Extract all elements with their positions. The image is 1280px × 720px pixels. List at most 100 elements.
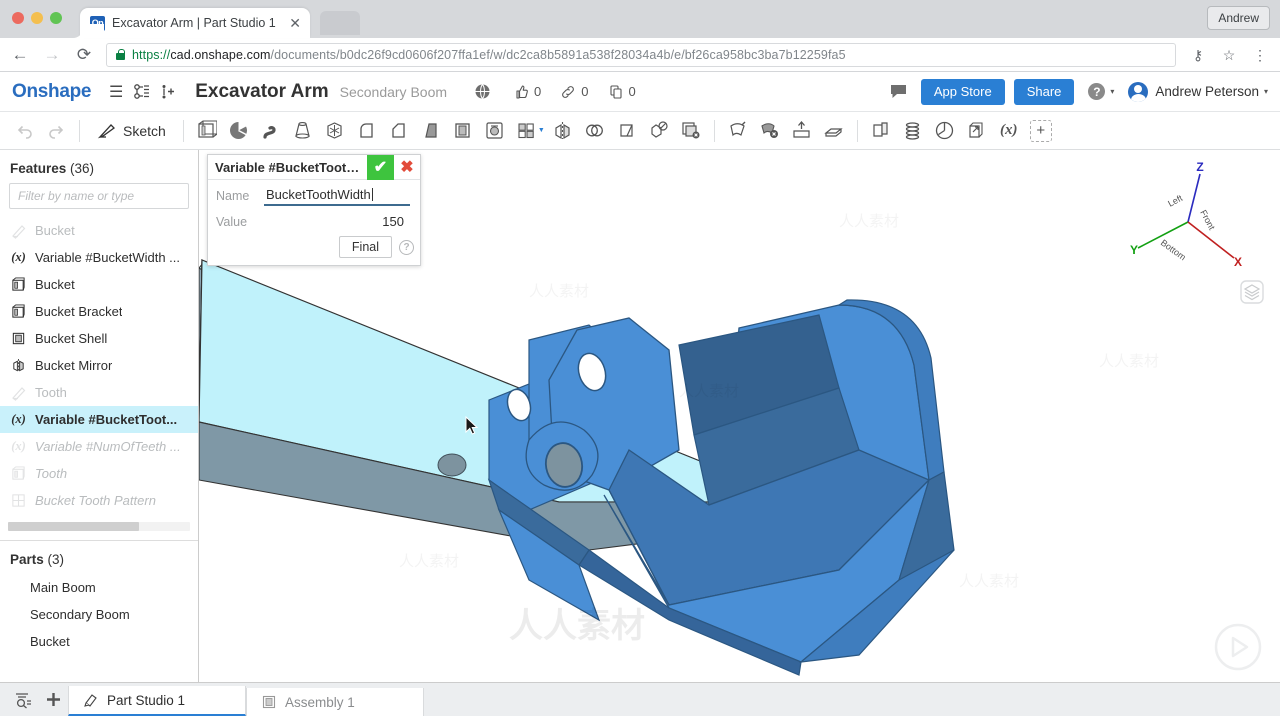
redo-arrow-icon[interactable] [40, 116, 72, 146]
name-input-value: BucketToothWidth [266, 187, 371, 202]
sweep-icon[interactable] [255, 116, 287, 146]
tree-horizontal-scrollbar[interactable] [8, 522, 190, 531]
sketch-button[interactable]: Sketch [87, 117, 176, 145]
part-item-main-boom[interactable]: Main Boom [0, 574, 198, 601]
3d-viewport[interactable]: 人人素材 人人素材 人人素材 人人素材 人人素材 人人素材 人人素材 人人素材 … [199, 150, 1280, 682]
filter-placeholder: Filter by name or type [18, 189, 135, 203]
browser-profile-button[interactable]: Andrew [1207, 6, 1270, 30]
star-icon[interactable]: ☆ [1219, 48, 1239, 62]
part-item-bucket[interactable]: Bucket [0, 628, 198, 655]
feature-item-variable-buckettoothwidth[interactable]: (x) Variable #BucketToot... [0, 406, 198, 433]
revolve-icon[interactable] [223, 116, 255, 146]
reload-icon[interactable]: ⟳ [74, 46, 94, 63]
share-button[interactable]: Share [1013, 78, 1075, 105]
helix-icon[interactable] [897, 116, 929, 146]
extrude-icon [10, 276, 27, 293]
tab-assembly-1[interactable]: Assembly 1 [246, 688, 424, 716]
face-label-bottom: Bottom [1159, 238, 1188, 263]
forward-icon[interactable]: → [42, 46, 62, 63]
browser-menu-icon[interactable]: ⋮ [1250, 48, 1270, 62]
version-graph-icon[interactable] [129, 78, 155, 106]
close-icon[interactable]: ✕ [286, 15, 304, 32]
help-icon[interactable]: ? [1088, 83, 1106, 100]
links-count[interactable]: 0 [560, 84, 589, 100]
thicken-icon[interactable] [818, 116, 850, 146]
pattern-chevron-down-icon[interactable]: ▼ [538, 127, 545, 134]
user-name[interactable]: Andrew Peterson [1155, 84, 1259, 99]
extrude-icon[interactable] [191, 116, 223, 146]
loft-icon[interactable] [287, 116, 319, 146]
play-button[interactable] [1214, 623, 1262, 676]
key-icon[interactable]: ⚷ [1188, 48, 1208, 62]
lock-icon [116, 49, 125, 60]
axis-triad[interactable]: Z Y X Left Front Bottom [1130, 160, 1248, 275]
avatar[interactable] [1128, 81, 1149, 102]
mirror-icon[interactable] [547, 116, 579, 146]
confirm-button[interactable]: ✔ [367, 154, 394, 180]
move-face-icon[interactable] [722, 116, 754, 146]
variable-dialog[interactable]: Variable #BucketToothW... ✔ ✖ Name Bucke… [207, 154, 421, 266]
enclose-icon[interactable] [319, 116, 351, 146]
feature-item-bucket-shell[interactable]: Bucket Shell [0, 325, 198, 352]
app-store-button[interactable]: App Store [920, 78, 1005, 105]
use-icon[interactable] [961, 116, 993, 146]
hamburger-menu-icon[interactable]: ☰ [103, 78, 129, 106]
feature-item-bucket-mirror[interactable]: Bucket Mirror [0, 352, 198, 379]
feature-item-tooth-sketch[interactable]: Tooth [0, 379, 198, 406]
browser-tab[interactable]: On Excavator Arm | Part Studio 1 ✕ [80, 8, 310, 38]
features-heading: Features (36) [0, 150, 198, 183]
undo-arrow-icon[interactable] [8, 116, 40, 146]
copies-count[interactable]: 0 [608, 84, 636, 100]
cube-layers-icon[interactable] [1238, 278, 1266, 306]
filter-search-icon[interactable] [8, 682, 38, 716]
replace-face-icon[interactable] [786, 116, 818, 146]
user-chevron-down-icon[interactable]: ▾ [1264, 87, 1268, 96]
variable-toolbar-icon[interactable]: (x) [993, 116, 1025, 146]
feature-toolbar: Sketch ▼ (x) + [0, 112, 1280, 150]
close-window-button[interactable] [12, 12, 24, 24]
fillet-icon[interactable] [351, 116, 383, 146]
feature-item-bucket[interactable]: Bucket [0, 271, 198, 298]
transform-icon[interactable] [643, 116, 675, 146]
cancel-button[interactable]: ✖ [394, 155, 420, 180]
boolean-icon[interactable] [579, 116, 611, 146]
tab-part-studio-1[interactable]: Part Studio 1 [68, 686, 246, 716]
delete-face-icon[interactable] [754, 116, 786, 146]
shell-icon[interactable] [447, 116, 479, 146]
chamfer-icon[interactable] [383, 116, 415, 146]
feature-item-variable-bucketwidth[interactable]: (x) Variable #BucketWidth ... [0, 244, 198, 271]
part-item-secondary-boom[interactable]: Secondary Boom [0, 601, 198, 628]
help-chevron-down-icon[interactable]: ▾ [1110, 87, 1114, 96]
filter-input[interactable]: Filter by name or type [9, 183, 189, 209]
feature-item-bucket-bracket[interactable]: Bucket Bracket [0, 298, 198, 325]
back-icon[interactable]: ← [10, 46, 30, 63]
feature-item-bucket-sketch[interactable]: Bucket [0, 217, 198, 244]
split-icon[interactable] [611, 116, 643, 146]
new-tab-button[interactable] [320, 11, 360, 35]
add-tab-button[interactable] [38, 682, 68, 716]
value-input[interactable]: 150 [264, 214, 410, 229]
document-title[interactable]: Excavator Arm [195, 81, 328, 103]
final-button[interactable]: Final [338, 236, 392, 258]
likes-count[interactable]: 0 [513, 84, 541, 100]
feature-item-variable-numofteeth[interactable]: (x) Variable #NumOfTeeth ... [0, 433, 198, 460]
axis-label-x: X [1234, 255, 1242, 269]
add-custom-feature-button[interactable]: + [1025, 116, 1057, 146]
hole-icon[interactable] [479, 116, 511, 146]
delete-part-icon[interactable] [675, 116, 707, 146]
feature-item-bucket-tooth-pattern[interactable]: Bucket Tooth Pattern [0, 487, 198, 514]
globe-icon[interactable] [469, 78, 495, 106]
likes-value: 0 [534, 84, 542, 99]
curve-icon[interactable] [929, 116, 961, 146]
help-icon[interactable]: ? [399, 239, 414, 255]
address-bar[interactable]: https://cad.onshape.com/documents/b0dc26… [106, 42, 1176, 67]
plane-icon[interactable] [865, 116, 897, 146]
comment-icon[interactable] [886, 78, 912, 106]
maximize-window-button[interactable] [50, 12, 62, 24]
feature-item-tooth[interactable]: Tooth [0, 460, 198, 487]
branch-icon[interactable] [155, 78, 181, 106]
draft-icon[interactable] [415, 116, 447, 146]
name-input[interactable]: BucketToothWidth [264, 186, 410, 206]
onshape-logo[interactable]: Onshape [12, 81, 92, 103]
minimize-window-button[interactable] [31, 12, 43, 24]
